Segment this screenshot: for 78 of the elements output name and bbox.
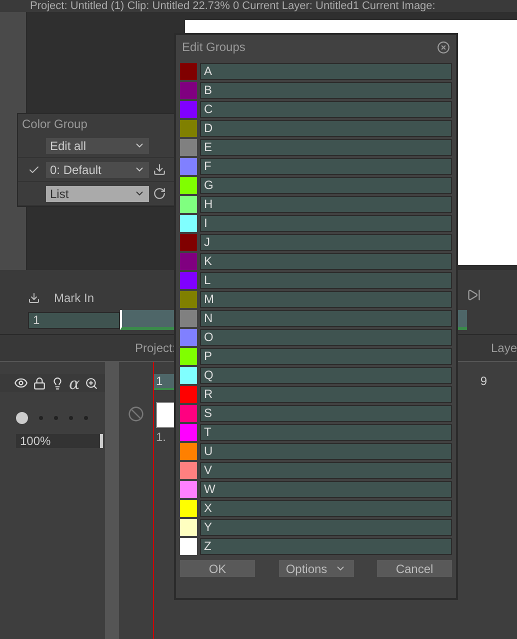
group-name-field[interactable]: D: [200, 120, 452, 137]
color-swatch[interactable]: [180, 405, 197, 422]
view-dropdown[interactable]: List: [46, 186, 149, 202]
group-name-field[interactable]: C: [200, 101, 452, 118]
color-swatch[interactable]: [180, 120, 197, 137]
color-swatch[interactable]: [180, 139, 197, 156]
color-swatch[interactable]: [180, 253, 197, 270]
group-name-field[interactable]: Q: [200, 367, 452, 384]
color-swatch[interactable]: [180, 500, 197, 517]
group-name-field[interactable]: I: [200, 215, 452, 232]
close-icon[interactable]: [437, 40, 450, 54]
group-name-field[interactable]: P: [200, 348, 452, 365]
group-name-field[interactable]: A: [200, 63, 452, 80]
dialog-title: Edit Groups: [182, 40, 246, 54]
color-swatch[interactable]: [180, 177, 197, 194]
color-swatch[interactable]: [180, 101, 197, 118]
group-name-field[interactable]: W: [200, 481, 452, 498]
color-swatch[interactable]: [180, 63, 197, 80]
group-name-field[interactable]: H: [200, 196, 452, 213]
color-swatch[interactable]: [180, 234, 197, 251]
color-swatch[interactable]: [180, 462, 197, 479]
mark-in-label: Mark In: [54, 291, 94, 305]
group-name-field[interactable]: U: [200, 443, 452, 460]
group-name-field[interactable]: S: [200, 405, 452, 422]
group-name-field[interactable]: G: [200, 177, 452, 194]
lock-icon[interactable]: [33, 376, 46, 390]
color-swatch[interactable]: [180, 481, 197, 498]
cell-text: 1.: [155, 430, 168, 444]
color-swatch[interactable]: [180, 215, 197, 232]
panel-title: Color Group: [21, 116, 88, 133]
color-swatch[interactable]: [180, 443, 197, 460]
frame-field[interactable]: 1: [28, 312, 120, 328]
frame-number: 9: [480, 374, 487, 390]
down-icon[interactable]: [28, 292, 40, 304]
eye-icon[interactable]: [14, 376, 28, 390]
project-label: Project:: [135, 341, 176, 355]
group-name-field[interactable]: T: [200, 424, 452, 441]
refresh-icon[interactable]: [153, 187, 166, 200]
group-name-field[interactable]: E: [200, 139, 452, 156]
group-name-field[interactable]: Y: [200, 519, 452, 536]
zoom-field[interactable]: 100%: [16, 434, 103, 448]
options-dropdown[interactable]: Options: [278, 560, 354, 577]
dialog-button[interactable]: Cancel: [377, 560, 452, 577]
color-swatch[interactable]: [180, 329, 197, 346]
download-icon[interactable]: [153, 163, 166, 176]
group-name-field[interactable]: Z: [200, 538, 452, 555]
color-swatch[interactable]: [180, 82, 197, 99]
group-dropdown[interactable]: 0: Default: [46, 162, 149, 178]
group-name-field[interactable]: B: [200, 82, 452, 99]
color-swatch[interactable]: [180, 519, 197, 536]
color-swatch[interactable]: [180, 367, 197, 384]
color-swatch[interactable]: [180, 538, 197, 555]
group-name-field[interactable]: X: [200, 500, 452, 517]
color-swatch[interactable]: [180, 310, 197, 327]
group-name-field[interactable]: R: [200, 386, 452, 403]
dialog-button[interactable]: OK: [180, 560, 255, 577]
group-name-field[interactable]: V: [200, 462, 452, 479]
group-name-field[interactable]: K: [200, 253, 452, 270]
group-name-field[interactable]: M: [200, 291, 452, 308]
skip-end-icon[interactable]: [467, 288, 481, 302]
group-name-field[interactable]: N: [200, 310, 452, 327]
bulb-icon[interactable]: [51, 376, 64, 390]
color-swatch[interactable]: [180, 348, 197, 365]
magnifier-icon[interactable]: [84, 376, 98, 390]
color-swatch[interactable]: [180, 158, 197, 175]
group-name-field[interactable]: L: [200, 272, 452, 289]
color-swatch[interactable]: [180, 386, 197, 403]
color-swatch[interactable]: [180, 196, 197, 213]
group-name-field[interactable]: J: [200, 234, 452, 251]
alpha-icon[interactable]: α: [69, 374, 80, 392]
mode-dropdown[interactable]: Edit all: [46, 138, 149, 154]
group-name-field[interactable]: F: [200, 158, 452, 175]
empty-icon: [128, 406, 144, 422]
color-swatch[interactable]: [180, 291, 197, 308]
layer-label: Laye: [490, 341, 517, 355]
color-swatch[interactable]: [180, 424, 197, 441]
group-name-field[interactable]: O: [200, 329, 452, 346]
color-swatch[interactable]: [180, 272, 197, 289]
